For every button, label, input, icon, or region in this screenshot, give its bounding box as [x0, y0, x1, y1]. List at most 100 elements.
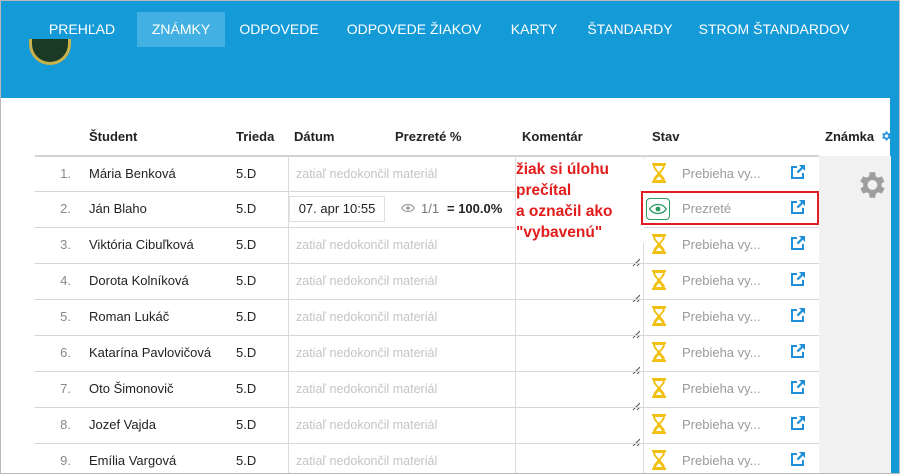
header-band: [1, 58, 899, 98]
header-date[interactable]: Dátum: [294, 129, 334, 144]
nav-tab-7[interactable]: STROM ŠTANDARDOV: [691, 12, 857, 47]
student-name: Oto Šimonovič: [89, 381, 174, 396]
view-count: 1/1: [421, 201, 440, 216]
student-name: Jozef Vajda: [89, 417, 156, 432]
student-name: Viktória Cibuľková: [89, 237, 194, 252]
date-placeholder: zatiaľ nedokončil materiál: [296, 167, 438, 181]
comment-resize-handle[interactable]: [632, 433, 641, 447]
date-placeholder: zatiaľ nedokončil materiál: [296, 238, 438, 252]
comment-resize-handle[interactable]: [632, 325, 641, 339]
student-name: Dorota Kolníková: [89, 273, 189, 288]
external-link-icon[interactable]: [790, 164, 806, 180]
row-divider: [35, 263, 819, 264]
top-navigation: PREHĽAD ZNÁMKY ODPOVEDE ODPOVEDE ŽIAKOV KART…: [1, 1, 899, 58]
hourglass-icon: [651, 378, 667, 398]
header-divider: [35, 155, 819, 157]
header-class[interactable]: Trieda: [236, 129, 274, 144]
nav-tab-4[interactable]: ODPOVEDE ŽIAKOV: [334, 12, 494, 47]
row-number: 4.: [60, 273, 71, 288]
student-class: 5.D: [236, 309, 257, 324]
student-class: 5.D: [236, 453, 257, 468]
comment-resize-handle[interactable]: [632, 469, 640, 473]
grade-sidebar: [819, 156, 891, 473]
nav-tab-3[interactable]: ODPOVEDE: [227, 12, 331, 47]
header-comment[interactable]: Komentár: [522, 129, 583, 144]
student-class: 5.D: [236, 237, 257, 252]
external-link-icon[interactable]: [790, 451, 806, 467]
external-link-icon[interactable]: [790, 235, 806, 251]
hourglass-icon: [651, 270, 667, 290]
hourglass-icon: [651, 450, 667, 470]
date-placeholder: zatiaľ nedokončil materiál: [296, 418, 438, 432]
gear-icon[interactable]: [854, 168, 888, 202]
comment-resize-handle[interactable]: [632, 397, 641, 411]
student-class: 5.D: [236, 166, 257, 181]
external-link-icon[interactable]: [790, 307, 806, 323]
student-class: 5.D: [236, 381, 257, 396]
hourglass-icon: [651, 414, 667, 434]
student-class: 5.D: [236, 273, 257, 288]
right-edge-band: [890, 98, 899, 473]
row-divider: [35, 443, 819, 444]
annotation-line: žiak si úlohu: [516, 161, 610, 178]
annotation-line: prečítal: [516, 182, 572, 199]
row-number: 6.: [60, 345, 71, 360]
hourglass-icon: [651, 234, 667, 254]
header-student[interactable]: Študent: [89, 129, 137, 144]
external-link-icon[interactable]: [790, 271, 806, 287]
status-text: Prebieha vy...: [682, 453, 761, 468]
comment-resize-handle[interactable]: [632, 361, 641, 375]
student-class: 5.D: [236, 345, 257, 360]
header-status[interactable]: Stav: [652, 129, 679, 144]
eye-icon: [401, 203, 415, 213]
row-number: 8.: [60, 417, 71, 432]
status-text: Prebieha vy...: [682, 273, 761, 288]
row-number: 1.: [60, 166, 71, 181]
header-viewed[interactable]: Prezreté %: [395, 129, 461, 144]
student-class: 5.D: [236, 201, 257, 216]
annotation-callout: žiak si úlohu prečítal a označil ako "vybav…: [516, 159, 644, 243]
date-placeholder: zatiaľ nedokončil materiál: [296, 310, 438, 324]
row-number: 3.: [60, 237, 71, 252]
nav-tab-6[interactable]: ŠTANDARDY: [574, 12, 686, 47]
hourglass-icon: [651, 163, 667, 183]
row-divider: [35, 407, 819, 408]
row-divider: [35, 371, 819, 372]
external-link-icon[interactable]: [790, 415, 806, 431]
row-number: 9.: [60, 453, 71, 468]
header-grade[interactable]: Známka: [825, 129, 874, 144]
external-link-icon[interactable]: [790, 379, 806, 395]
nav-tab-5[interactable]: KARTY: [497, 12, 571, 47]
status-text: Prebieha vy...: [682, 309, 761, 324]
row-number: 7.: [60, 381, 71, 396]
annotation-line: a označil ako: [516, 203, 613, 220]
hourglass-icon: [651, 342, 667, 362]
status-text: Prebieha vy...: [682, 381, 761, 396]
status-text: Prebieha vy...: [682, 166, 761, 181]
row-divider: [35, 299, 819, 300]
status-text: Prebieha vy...: [682, 345, 761, 360]
hourglass-icon: [651, 306, 667, 326]
annotation-line: "vybavenú": [516, 224, 603, 241]
comment-resize-handle[interactable]: [632, 253, 641, 267]
student-name: Emília Vargová: [89, 453, 177, 468]
status-text: Prebieha vy...: [682, 237, 761, 252]
date-placeholder: zatiaľ nedokončil materiál: [296, 454, 438, 468]
comment-resize-handle[interactable]: [632, 289, 641, 303]
grade-settings-icon[interactable]: [880, 130, 892, 142]
external-link-icon[interactable]: [790, 343, 806, 359]
row-divider: [35, 227, 819, 228]
row-divider: [35, 335, 819, 336]
student-name: Ján Blaho: [89, 201, 147, 216]
date-placeholder: zatiaľ nedokončil materiál: [296, 382, 438, 396]
nav-tab-2[interactable]: ZNÁMKY: [137, 12, 225, 47]
completion-date: 07. apr 10:55: [289, 196, 385, 222]
date-placeholder: zatiaľ nedokončil materiál: [296, 346, 438, 360]
student-class: 5.D: [236, 417, 257, 432]
row-number: 2.: [60, 201, 71, 216]
viewed-percent: = 100.0%: [447, 201, 503, 216]
date-placeholder: zatiaľ nedokončil materiál: [296, 274, 438, 288]
annotation-highlight-box: [641, 191, 819, 225]
status-text: Prebieha vy...: [682, 417, 761, 432]
student-name: Mária Benková: [89, 166, 176, 181]
